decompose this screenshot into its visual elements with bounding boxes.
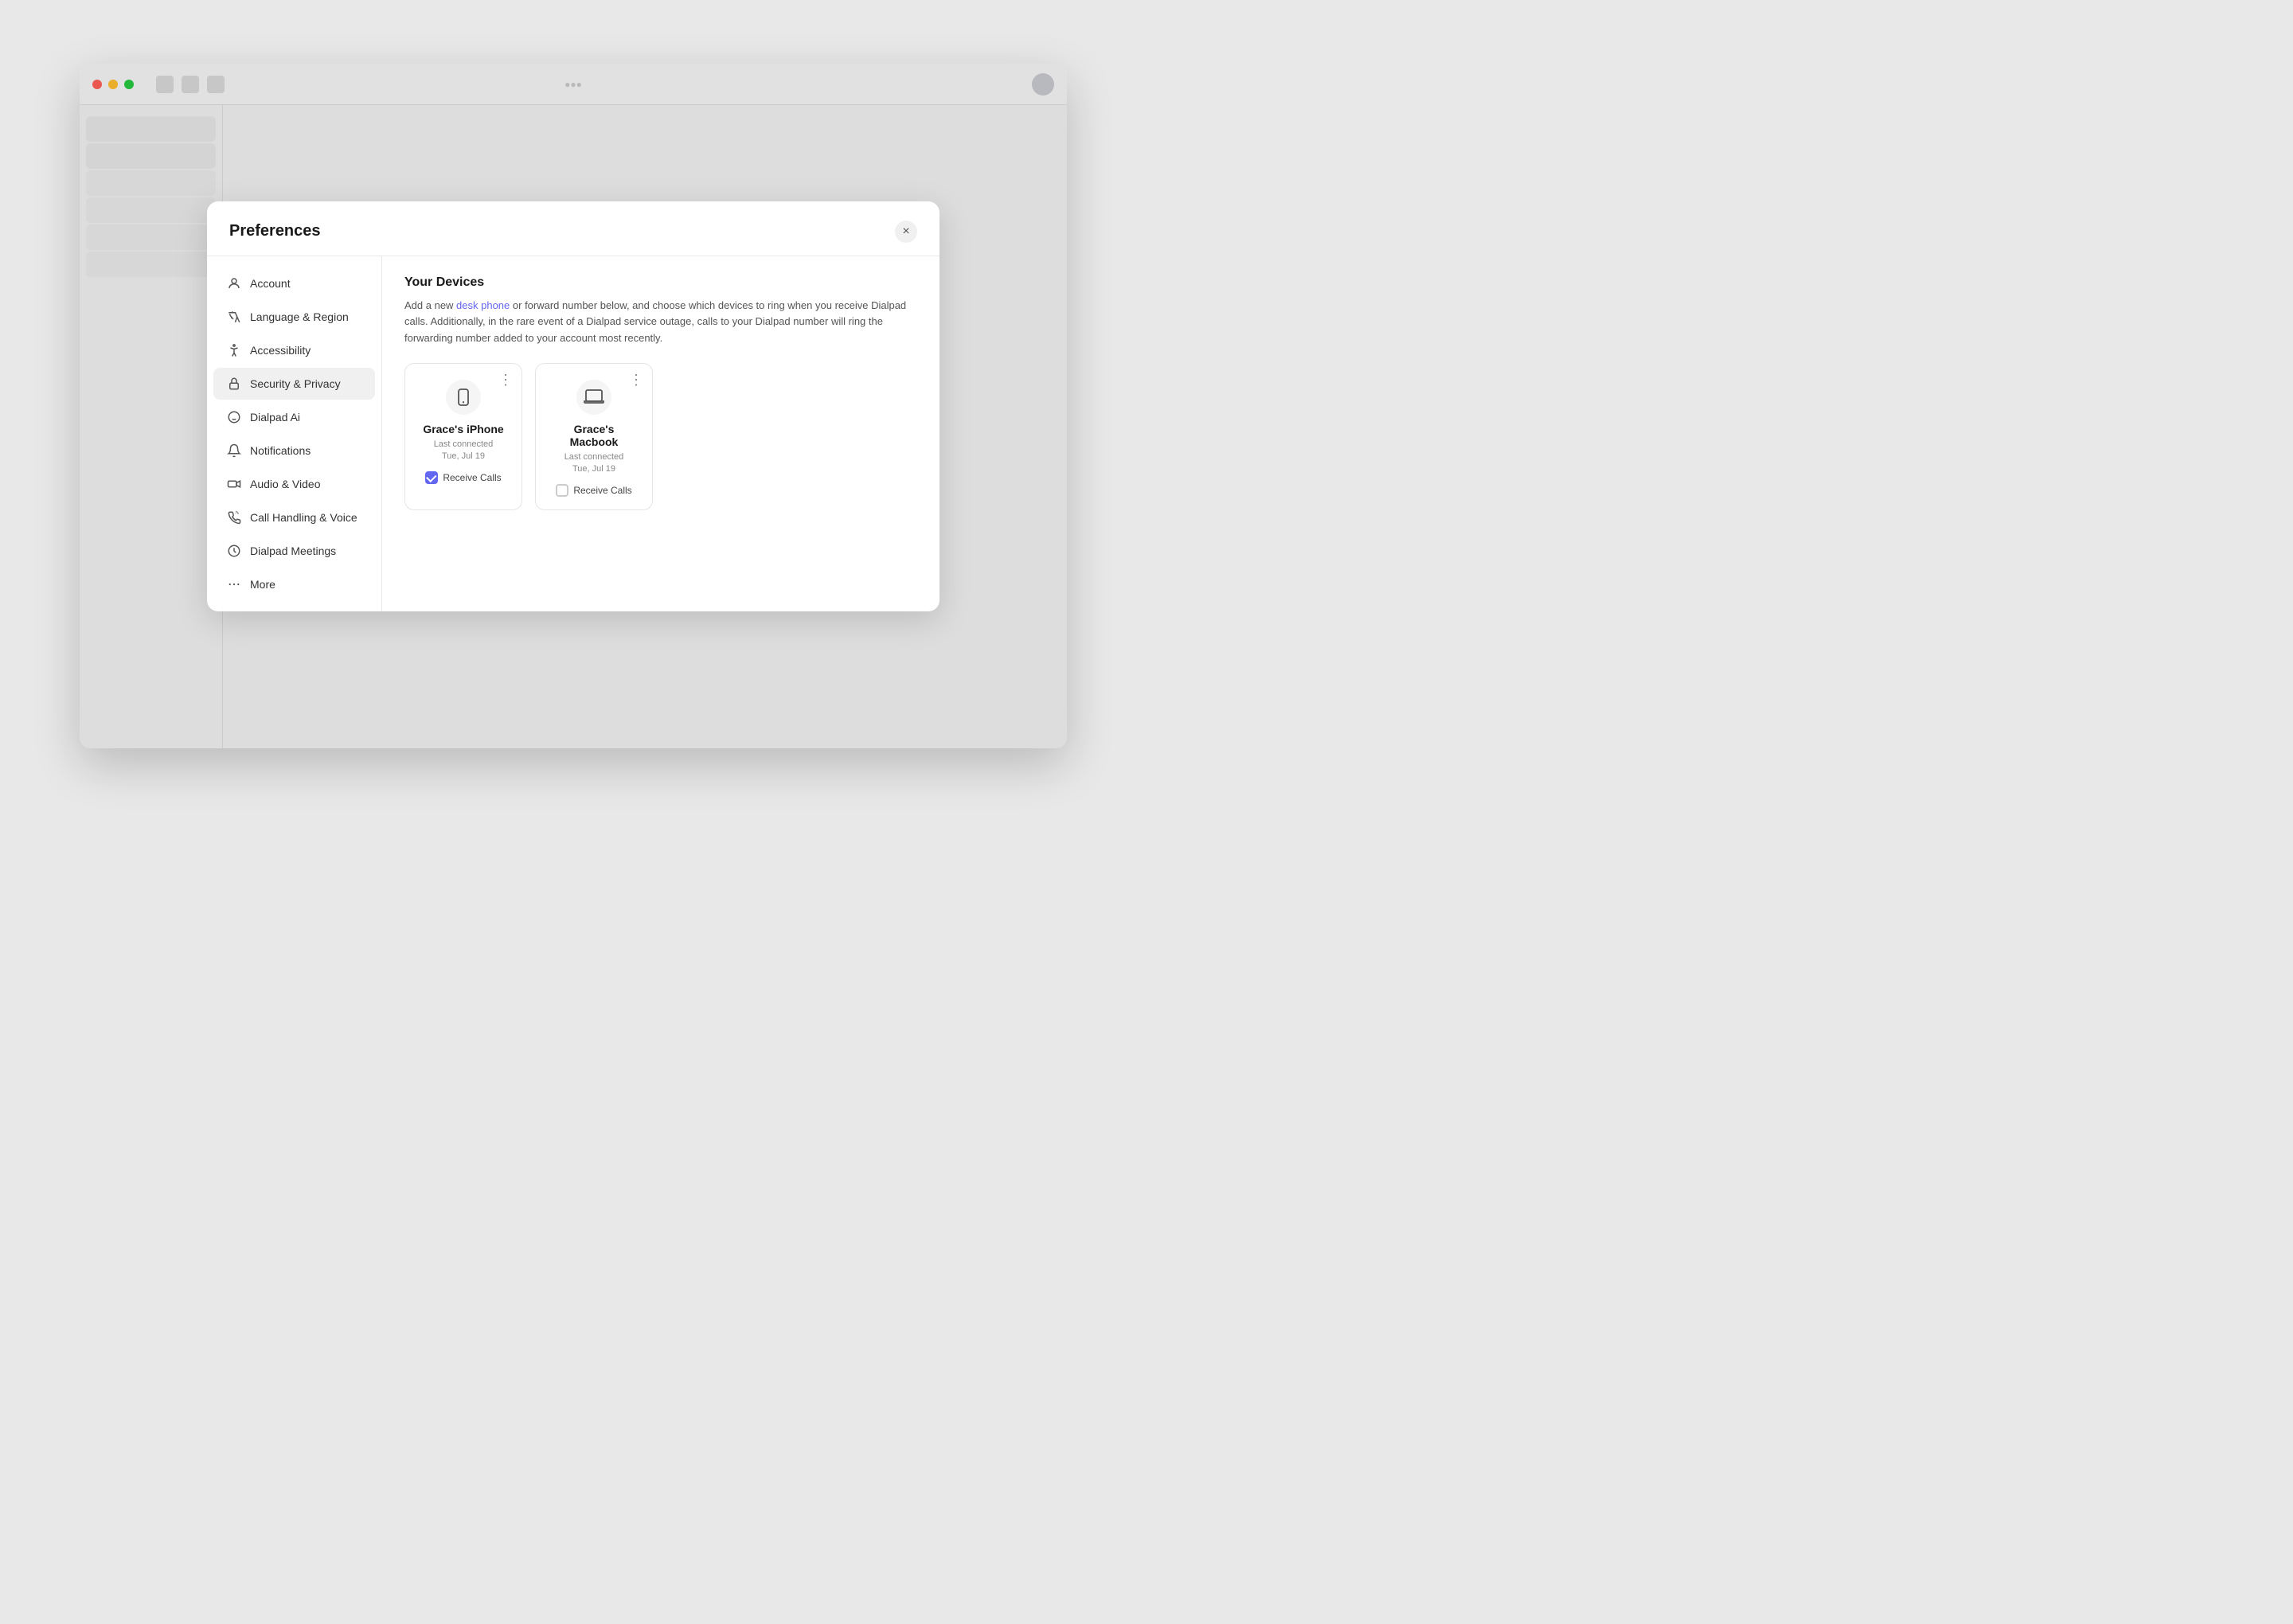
iphone-icon (454, 388, 473, 407)
preferences-modal: Preferences × Account (207, 201, 939, 611)
meetings-icon (226, 543, 242, 559)
iphone-last-connected-label: Last connected (434, 439, 494, 449)
device-macbook-icon-wrap (576, 380, 611, 415)
modal-header: Preferences × (207, 201, 939, 256)
ai-icon (226, 409, 242, 425)
modal-overlay: Preferences × Account (80, 64, 1067, 748)
iphone-receive-calls-checkbox[interactable] (425, 471, 438, 484)
macbook-last-connected-date: Tue, Jul 19 (572, 464, 615, 474)
close-modal-button[interactable]: × (895, 221, 917, 243)
language-icon (226, 309, 242, 325)
sidebar-item-notifications[interactable]: Notifications (213, 435, 375, 467)
devices-grid: ⋮ Grace's iPhone Last connected Tue, (404, 363, 917, 510)
section-title: Your Devices (404, 275, 917, 290)
sidebar-item-language-label: Language & Region (250, 310, 349, 323)
sidebar-item-dialpad-ai[interactable]: Dialpad Ai (213, 401, 375, 433)
sidebar-item-audio-video[interactable]: Audio & Video (213, 468, 375, 500)
sidebar-item-call-handling[interactable]: Call Handling & Voice (213, 502, 375, 533)
device-macbook-last-connected: Last connected Tue, Jul 19 (564, 451, 624, 476)
sidebar-item-accessibility[interactable]: Accessibility (213, 334, 375, 366)
sidebar-item-account-label: Account (250, 277, 291, 290)
sidebar-item-audio-video-label: Audio & Video (250, 478, 320, 490)
desc-text-before-link: Add a new (404, 299, 456, 311)
device-iphone-name: Grace's iPhone (423, 423, 503, 435)
lock-icon (226, 376, 242, 392)
ellipsis-icon (226, 576, 242, 592)
modal-sidebar: Account Language & Region (207, 256, 382, 611)
sidebar-item-security-label: Security & Privacy (250, 377, 341, 390)
device-macbook-name: Grace's Macbook (549, 423, 639, 448)
macbook-last-connected-label: Last connected (564, 452, 624, 462)
iphone-receive-calls-row: Receive Calls (425, 471, 501, 484)
device-iphone-menu-button[interactable]: ⋮ (496, 370, 515, 389)
sidebar-item-call-handling-label: Call Handling & Voice (250, 511, 357, 524)
video-icon (226, 476, 242, 492)
laptop-icon (584, 388, 604, 407)
sidebar-item-account[interactable]: Account (213, 267, 375, 299)
bell-icon (226, 443, 242, 459)
person-icon (226, 275, 242, 291)
sidebar-item-dialpad-meetings[interactable]: Dialpad Meetings (213, 535, 375, 567)
modal-main-content: Your Devices Add a new desk phone or for… (382, 256, 939, 611)
app-window: ●●● Preferences × (80, 64, 1067, 748)
sidebar-item-security-privacy[interactable]: Security & Privacy (213, 368, 375, 400)
device-card-macbook: ⋮ Grace's Macbook Last connected Tue, (535, 363, 653, 510)
device-iphone-last-connected: Last connected Tue, Jul 19 (434, 439, 494, 463)
iphone-receive-calls-label: Receive Calls (443, 472, 501, 483)
sidebar-item-language-region[interactable]: Language & Region (213, 301, 375, 333)
sidebar-item-dialpad-meetings-label: Dialpad Meetings (250, 545, 336, 557)
iphone-last-connected-date: Tue, Jul 19 (442, 451, 485, 461)
macbook-receive-calls-row: Receive Calls (556, 484, 631, 497)
sidebar-item-accessibility-label: Accessibility (250, 344, 311, 357)
device-iphone-icon-wrap (446, 380, 481, 415)
device-macbook-menu-button[interactable]: ⋮ (627, 370, 646, 389)
modal-body: Account Language & Region (207, 256, 939, 611)
sidebar-item-more[interactable]: More (213, 568, 375, 600)
accessibility-icon (226, 342, 242, 358)
desk-phone-link[interactable]: desk phone (456, 299, 510, 311)
macbook-receive-calls-checkbox[interactable] (556, 484, 568, 497)
section-description: Add a new desk phone or forward number b… (404, 298, 917, 347)
sidebar-item-notifications-label: Notifications (250, 444, 311, 457)
modal-title: Preferences (229, 222, 321, 240)
device-card-iphone: ⋮ Grace's iPhone Last connected Tue, (404, 363, 522, 510)
sidebar-item-more-label: More (250, 578, 275, 591)
macbook-receive-calls-label: Receive Calls (573, 485, 631, 496)
phone-call-icon (226, 509, 242, 525)
sidebar-item-dialpad-ai-label: Dialpad Ai (250, 411, 300, 424)
